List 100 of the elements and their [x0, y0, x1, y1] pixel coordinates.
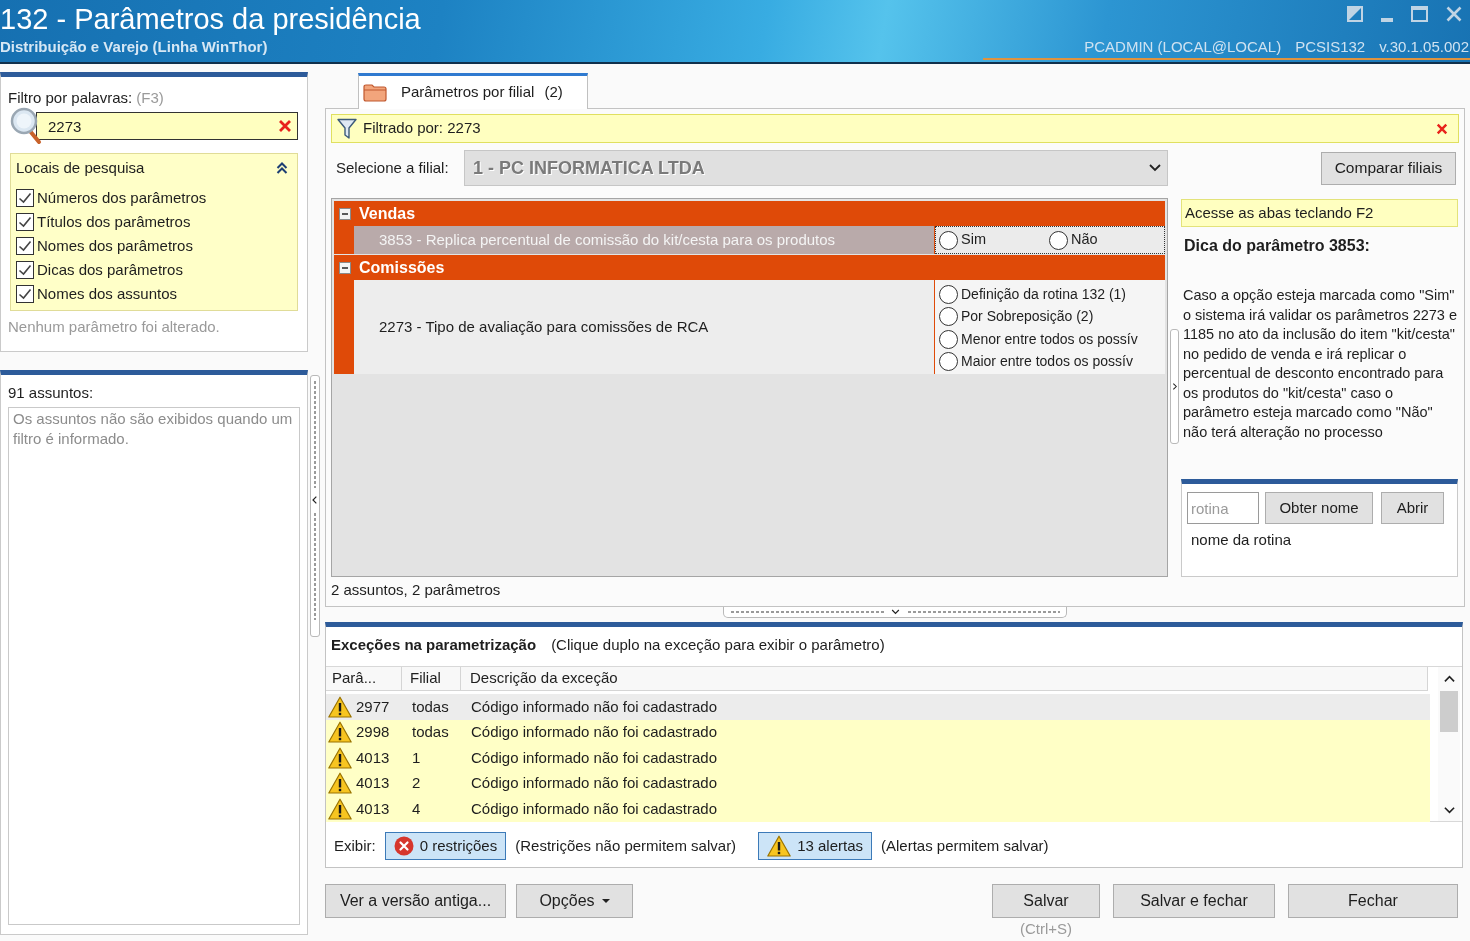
branch-label: Selecione a filial:	[335, 157, 450, 178]
warning-icon	[328, 797, 352, 820]
splitter-handle[interactable]	[310, 375, 320, 637]
checkbox-label: Títulos dos parâmetros	[37, 211, 191, 232]
search-icon	[10, 107, 42, 145]
checkbox-label: Números dos parâmetros	[37, 187, 207, 208]
splitter-handle[interactable]	[1170, 329, 1179, 444]
clear-icon[interactable]	[278, 119, 292, 133]
column-header[interactable]: Parâ...	[326, 667, 402, 690]
table-row[interactable]: 4013 1 Código informado não foi cadastrado	[326, 745, 1430, 771]
footer-button[interactable]: Fechar	[1288, 884, 1458, 918]
table-cell-text: 4	[411, 798, 422, 819]
checkbox[interactable]	[16, 213, 34, 231]
routine-name: nome da rotina	[1190, 530, 1293, 550]
collapse-icon[interactable]	[339, 261, 351, 274]
checkbox-label: Nomes dos parâmetros	[37, 235, 193, 256]
table-cell-text: 2977	[356, 696, 390, 717]
search-field[interactable]: 2273	[36, 112, 298, 140]
shortcut-hint: (Ctrl+S)	[1019, 920, 1073, 938]
chevron-right-icon[interactable]	[1171, 381, 1178, 392]
filter-label: Filtro por palavras:	[8, 87, 133, 108]
table-cell-text: 4013	[356, 747, 390, 768]
error-icon	[393, 836, 414, 856]
maximize-icon[interactable]	[1411, 6, 1428, 22]
filter-toggle[interactable]: 13 alertas	[758, 832, 872, 860]
radio-label: Não	[1071, 230, 1098, 250]
table-cell-text: Código informado não foi cadastrado	[470, 798, 717, 819]
show-label: Exibir:	[334, 835, 376, 856]
checkbox[interactable]	[16, 237, 34, 255]
hint-title: Dica do parâmetro 3853:	[1183, 236, 1371, 256]
table-cell-text: Código informado não foi cadastrado	[470, 747, 717, 768]
radio-button[interactable]	[939, 329, 958, 349]
table-cell-text: Código informado não foi cadastrado	[470, 722, 717, 742]
version-label: v.30.1.05.002	[1379, 37, 1469, 57]
table-row[interactable]: 2977 todas Código informado não foi cadastrado	[326, 694, 1430, 720]
radio-button[interactable]	[939, 307, 958, 327]
radio-button[interactable]	[1049, 230, 1068, 250]
vertical-scrollbar[interactable]	[1438, 667, 1460, 821]
grid-summary: 2 assuntos, 2 parâmetros	[331, 580, 502, 600]
exceptions-hint: (Clique duplo na exceção para exibir o parâmetro)	[551, 635, 885, 655]
table-row[interactable]: 2998 todas Código informado não foi cadastrado	[326, 719, 1430, 745]
parameter-cell[interactable]: 2273 - Tipo de avaliação para comissões de RCA	[354, 280, 934, 374]
footer-button[interactable]: Salvar	[992, 884, 1100, 918]
radio-label: Maior entre todos os possív	[961, 352, 1133, 372]
scroll-down-icon[interactable]	[1443, 805, 1455, 816]
table-cell-text: 4013	[356, 798, 390, 819]
window-title: 132 - Parâmetros da presidência	[0, 2, 421, 37]
warning-icon	[767, 835, 792, 857]
scrollbar-thumb[interactable]	[1440, 691, 1458, 732]
checkbox[interactable]	[16, 261, 34, 279]
caret-down-icon	[601, 899, 610, 903]
group-title: Comissões	[359, 257, 445, 278]
square-diagonal-icon[interactable]	[1347, 6, 1363, 22]
warning-icon	[328, 721, 352, 744]
routine-field[interactable]: rotina	[1187, 492, 1259, 524]
compare-button[interactable]: Comparar filiais	[1321, 151, 1456, 185]
table-cell-text: 1	[411, 747, 422, 768]
footer-button[interactable]: Ver a versão antiga...	[325, 884, 506, 918]
empty-message: Os assuntos não são exibidos quando um filtro é informado.	[13, 409, 294, 449]
column-header[interactable]: Descrição da exceção	[461, 667, 1428, 690]
filter-toggle[interactable]: 0 restrições	[384, 832, 507, 860]
filter-icon	[337, 117, 357, 140]
table-cell-text: Código informado não foi cadastrado	[470, 696, 717, 717]
table-cell-text: 2998	[356, 722, 390, 742]
menu-button[interactable]: Opções	[516, 884, 633, 918]
radio-label: Menor entre todos os possív	[961, 329, 1138, 349]
section-title: Locais de pesquisa	[16, 157, 145, 178]
tab[interactable]: Parâmetros por filial (2)	[358, 73, 588, 109]
clear-icon[interactable]	[1436, 122, 1448, 135]
collapse-icon[interactable]	[276, 162, 288, 174]
scroll-up-icon[interactable]	[1443, 674, 1455, 685]
routine-button[interactable]: Abrir	[1381, 492, 1444, 524]
radio-button[interactable]	[939, 352, 958, 372]
table-row[interactable]: 4013 2 Código informado não foi cadastrado	[326, 770, 1430, 796]
hint-text: Caso a opção esteja marcada como "Sim" o sistema irá validar os parâmetros 2273 e 1185 no ato da inclusão do item "kit/cesta" no pedido de venda e irá replicar o percentual de desconto encontrado para os produtos do "kit/cesta" caso o parâmetro esteja marcado como "Não" não terá alteração no processo	[1182, 286, 1458, 442]
checkbox[interactable]	[16, 189, 34, 207]
radio-label: Por Sobreposição (2)	[961, 307, 1094, 327]
warning-icon	[328, 772, 352, 795]
filter-text: Filtrado por: 2273	[363, 118, 481, 139]
warning-icon	[328, 695, 352, 718]
collapse-icon[interactable]	[339, 207, 351, 220]
checkbox[interactable]	[16, 285, 34, 303]
window-subtitle: Distribuição e Varejo (Linha WinThor)	[0, 37, 269, 57]
splitter-handle[interactable]	[723, 607, 1067, 618]
user-label: PCADMIN (LOCAL@LOCAL)	[1084, 37, 1282, 57]
footer-button[interactable]: Salvar e fechar	[1113, 884, 1275, 918]
table-cell-text: todas	[411, 722, 450, 742]
radio-button[interactable]	[939, 230, 958, 250]
radio-button[interactable]	[939, 284, 958, 304]
table-row[interactable]: 4013 4 Código informado não foi cadastrado	[326, 796, 1430, 822]
routine-button[interactable]: Obter nome	[1265, 492, 1373, 524]
table-cell-text: todas	[411, 696, 450, 717]
warning-icon	[328, 746, 352, 769]
close-icon[interactable]	[1446, 6, 1462, 22]
chevron-down-icon[interactable]	[889, 608, 901, 616]
checkbox-label: Dicas dos parâmetros	[37, 259, 183, 280]
chevron-left-icon[interactable]	[311, 494, 319, 506]
group-title: Vendas	[359, 203, 416, 224]
hint-banner: Acesse as abas teclando F2	[1181, 199, 1458, 227]
column-header[interactable]: Filial	[402, 667, 461, 690]
